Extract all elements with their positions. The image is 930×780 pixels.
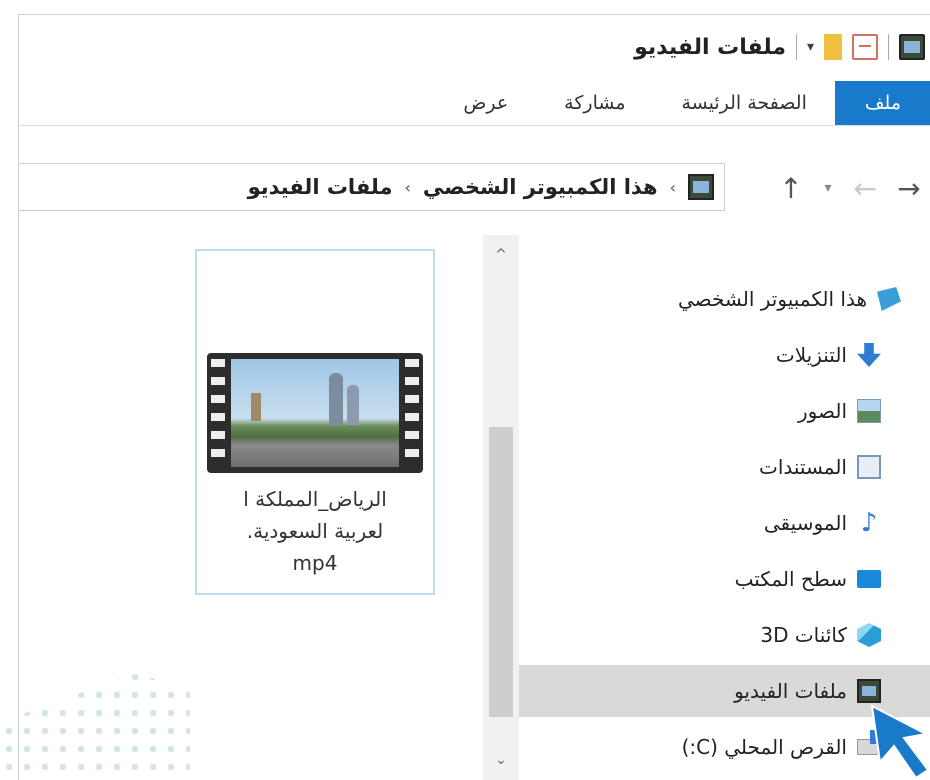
tab-home[interactable]: الصفحة الرئيسة — [654, 81, 835, 125]
address-bar[interactable]: › هذا الكمبيوتر الشخصي › ملفات الفيديو — [19, 163, 725, 211]
nav-item-this-pc[interactable]: هذا الكمبيوتر الشخصي — [519, 273, 930, 325]
thumbnail-tower — [347, 385, 359, 425]
film-strip-right — [405, 359, 419, 467]
ribbon: ملف الصفحة الرئيسة مشاركة عرض — [19, 81, 930, 126]
computer-icon — [877, 287, 901, 311]
tab-file[interactable]: ملف — [834, 81, 930, 125]
navigation-buttons: → ← ▾ ↑ — [777, 167, 923, 209]
breadcrumb-videos[interactable]: ملفات الفيديو — [248, 175, 393, 199]
file-name: الرياض_المملكة ا لعربية السعودية. mp4 — [197, 483, 433, 579]
file-name-line: mp4 — [292, 551, 338, 575]
toolbar-separator — [795, 34, 797, 60]
nav-item-label: سطح المكتب — [734, 567, 847, 591]
nav-item-downloads[interactable]: التنزيلات — [519, 329, 930, 381]
address-row: → ← ▾ ↑ › هذا الكمبيوتر الشخصي › ملفات ا… — [19, 153, 930, 223]
tab-view[interactable]: عرض — [435, 81, 536, 125]
nav-item-3d-objects[interactable]: كائنات 3D — [519, 609, 930, 661]
tab-share[interactable]: مشاركة — [536, 81, 653, 125]
mouse-pointer-icon — [870, 704, 930, 779]
nav-item-documents[interactable]: المستندات — [519, 441, 930, 493]
breadcrumb-separator[interactable]: › — [405, 178, 411, 197]
music-icon: ♪ — [860, 508, 878, 538]
customize-toolbar-dropdown-icon[interactable]: ▾ — [807, 39, 814, 55]
scrollbar-thumb[interactable] — [489, 427, 513, 717]
file-item[interactable]: الرياض_المملكة ا لعربية السعودية. mp4 — [195, 249, 435, 595]
toolbar-separator — [888, 34, 889, 60]
window-title: ملفات الفيديو — [634, 34, 786, 60]
nav-item-label: الموسيقى — [763, 511, 847, 535]
pictures-icon — [857, 399, 881, 423]
documents-icon — [857, 455, 881, 479]
file-name-line: لعربية السعودية. — [246, 519, 384, 543]
nav-item-label: هذا الكمبيوتر الشخصي — [678, 287, 867, 311]
nav-item-label: القرص المحلي (C:) — [681, 735, 847, 759]
navigation-pane: هذا الكمبيوتر الشخصي التنزيلات الصور الم… — [519, 235, 930, 780]
recent-locations-dropdown[interactable]: ▾ — [821, 180, 835, 196]
quick-access-toolbar: ▾ ملفات الفيديو — [634, 27, 925, 67]
videos-folder-icon — [899, 34, 925, 60]
thumbnail-tower — [329, 373, 343, 425]
video-thumbnail — [231, 359, 399, 467]
nav-item-desktop[interactable]: سطح المكتب — [519, 553, 930, 605]
thumbnail-building — [251, 393, 261, 421]
nav-item-label: التنزيلات — [775, 343, 847, 367]
scroll-up-button[interactable]: ^ — [483, 239, 519, 271]
nav-item-label: كائنات 3D — [760, 623, 847, 647]
nav-item-label: الصور — [798, 399, 847, 423]
film-strip-left — [211, 359, 225, 467]
desktop-icon — [857, 570, 881, 588]
navigation-pane-scrollbar[interactable]: ^ ⌄ — [483, 235, 519, 780]
title-bar: ▾ ملفات الفيديو — [19, 15, 930, 79]
scroll-down-button[interactable]: ⌄ — [483, 744, 519, 776]
nav-item-label: ملفات الفيديو — [734, 679, 847, 703]
file-name-line: الرياض_المملكة ا — [243, 487, 387, 511]
breadcrumb-separator[interactable]: › — [670, 178, 676, 197]
nav-item-music[interactable]: ♪ الموسيقى — [519, 497, 930, 549]
video-file-icon — [207, 353, 423, 473]
videos-location-icon — [688, 174, 714, 200]
back-button[interactable]: → — [895, 172, 923, 205]
forward-button[interactable]: ← — [851, 172, 879, 205]
file-explorer-window: ▾ ملفات الفيديو ملف الصفحة الرئيسة مشارك… — [18, 14, 930, 780]
up-button[interactable]: ↑ — [777, 172, 805, 205]
nav-item-pictures[interactable]: الصور — [519, 385, 930, 437]
downloads-icon — [857, 343, 881, 367]
properties-icon[interactable] — [852, 34, 878, 60]
ribbon-tabs: ملف الصفحة الرئيسة مشاركة عرض — [435, 81, 930, 125]
nav-item-label: المستندات — [758, 455, 847, 479]
3d-objects-icon — [857, 623, 881, 647]
new-folder-icon[interactable] — [824, 34, 842, 60]
breadcrumb-this-pc[interactable]: هذا الكمبيوتر الشخصي — [423, 175, 658, 199]
